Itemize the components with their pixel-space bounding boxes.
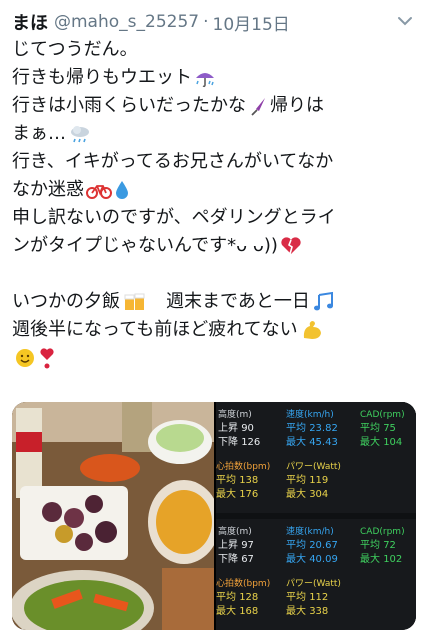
flexed-biceps-icon: [303, 321, 321, 339]
tweet-header: まほ @maho_s_25257 · 10月15日: [12, 8, 416, 36]
tweet-line: [12, 344, 422, 372]
tweet-line: 申し訳ないのですが、ペダリングとライ: [12, 207, 336, 228]
tweet-line: 行き、イキがってるお兄さんがいてなか: [12, 151, 334, 172]
user-handle[interactable]: @maho_s_25257: [54, 12, 199, 32]
tweet-line: いつかの夕飯 週末まであと一日: [12, 288, 422, 316]
umbrella-rain-icon: [196, 73, 214, 88]
tweet-line: 行きは小雨くらいだったかな 帰りは: [12, 95, 324, 116]
tweet-text: じてつうだん。 行きも帰りもウエット 行きは小雨くらいだったかな 帰りは まぁ… …: [12, 36, 422, 372]
tweet-line: 週後半になっても前ほど疲れてない: [12, 316, 422, 344]
cycling-stats[interactable]: 高度(m) 上昇 90 下降 126 速度(km/h) 平均 23.82 最大 …: [216, 402, 416, 630]
stats-panel: 高度(m) 上昇 90 下降 126 速度(km/h) 平均 23.82 最大 …: [216, 402, 416, 513]
broken-heart-icon: [281, 237, 301, 255]
beer-mugs-icon: [124, 293, 145, 310]
closed-umbrella-icon: [251, 98, 265, 116]
tweet-line: まぁ…: [12, 120, 422, 148]
separator-dot: ·: [203, 12, 209, 32]
tweet-line: じてつうだん。: [12, 39, 138, 60]
dinner-photo[interactable]: [12, 402, 214, 630]
exclamation-heart-icon: [40, 348, 54, 369]
droplet-icon: [116, 181, 128, 199]
tweet-line: なか迷惑: [12, 176, 422, 204]
tweet-date[interactable]: 10月15日: [213, 10, 290, 35]
tweet-line: 行きも帰りもウエット: [12, 64, 422, 92]
chevron-down-icon[interactable]: [394, 10, 416, 32]
bicycle-icon: [86, 185, 112, 199]
display-name[interactable]: まほ: [12, 9, 48, 35]
music-notes-icon: [313, 291, 333, 311]
stats-panel: 高度(m) 上昇 97 下降 67 速度(km/h) 平均 20.67 最大 4…: [216, 519, 416, 630]
media-gallery[interactable]: 高度(m) 上昇 90 下降 126 速度(km/h) 平均 23.82 最大 …: [12, 402, 416, 630]
cloud-rain-icon: [71, 126, 89, 143]
tweet-line: ンがタイプじゃないんです*ᴗ ᴗ)): [12, 232, 422, 260]
smiling-face-icon: [16, 349, 34, 367]
